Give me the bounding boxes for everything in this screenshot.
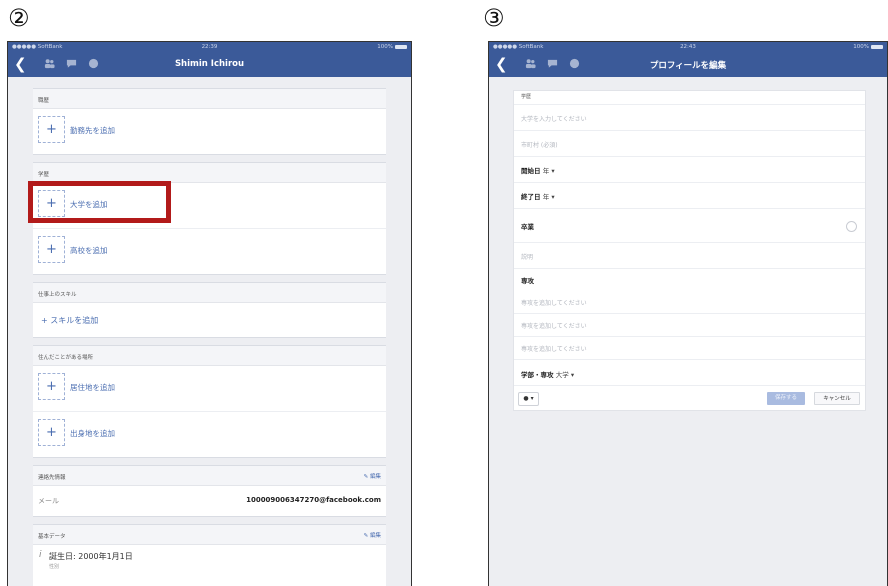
major-input-1[interactable]: 専攻を追加してください — [514, 291, 865, 314]
end-year-value: 年 ▾ — [542, 193, 555, 201]
birthday-value: 誕生日: 2000年1月1日 — [49, 552, 133, 561]
major-placeholder-2: 専攻を追加してください — [521, 323, 587, 330]
city-placeholder: 市町村 (必須) — [521, 142, 558, 149]
clock: 22:43 — [680, 44, 696, 50]
end-date-select[interactable]: 終了日 年 ▾ — [514, 183, 865, 209]
places-section: 住んだことがある場所 + 居住地を追加 + 出身地を追加 — [33, 345, 386, 458]
privacy-selector[interactable]: ● ▾ — [518, 392, 539, 406]
step-number-3: ③ — [483, 4, 505, 32]
work-header: 職歴 — [38, 98, 50, 104]
save-button[interactable]: 保存する — [767, 392, 805, 405]
graduated-label: 卒業 — [521, 223, 534, 231]
basic-info-header: 基本データ — [38, 534, 66, 540]
education-header: 学歴 — [38, 172, 50, 178]
degree-select[interactable]: 学部・専攻 大学 ▾ — [514, 360, 865, 386]
university-input[interactable]: 大学を入力してください — [514, 105, 865, 131]
edit-label: 編集 — [369, 474, 381, 480]
battery-indicator: 100% — [377, 44, 407, 50]
major-placeholder-3: 専攻を追加してください — [521, 346, 587, 353]
birthday-row: i 誕生日: 2000年1月1日 性別 — [33, 545, 386, 575]
contact-section: 連絡先情報 ✎ 編集 メール 100009006347270@facebook.… — [33, 465, 386, 517]
battery-indicator: 100% — [853, 44, 883, 50]
add-skill-label: + スキルを追加 — [41, 316, 99, 325]
description-placeholder: 説明 — [521, 254, 534, 261]
city-input[interactable]: 市町村 (必須) — [514, 131, 865, 157]
degree-value: 大学 ▾ — [555, 371, 575, 379]
add-skill-row[interactable]: + スキルを追加 — [33, 303, 386, 337]
add-workplace-label: 勤務先を追加 — [70, 126, 115, 135]
graduated-row: 卒業 — [514, 209, 865, 243]
start-date-label: 開始日 — [521, 167, 541, 175]
start-year-value: 年 ▾ — [542, 167, 555, 175]
info-icon: i — [39, 550, 42, 560]
contact-header: 連絡先情報 — [38, 475, 66, 481]
highlight-box — [28, 181, 171, 223]
major-input-3[interactable]: 専攻を追加してください — [514, 337, 865, 360]
skills-header: 仕事上のスキル — [38, 292, 77, 298]
email-row: メール 100009006347270@facebook.com — [33, 486, 386, 516]
add-highschool-label: 高校を追加 — [70, 246, 108, 255]
plus-icon: + — [38, 236, 65, 263]
cancel-button[interactable]: キャンセル — [814, 392, 860, 405]
battery-percent: 100% — [377, 44, 393, 50]
skills-section: 仕事上のスキル + スキルを追加 — [33, 282, 386, 338]
edit-profile-title: プロフィールを編集 — [649, 61, 727, 71]
plus-icon: + — [38, 419, 65, 446]
screenshot-about-page: ●●●●● SoftBank 22:39 100% ❮ Shimin Ichir… — [7, 41, 412, 586]
end-date-label: 終了日 — [521, 193, 541, 201]
add-hometown-label: 出身地を追加 — [70, 429, 115, 438]
university-placeholder: 大学を入力してください — [521, 116, 587, 123]
start-date-select[interactable]: 開始日 年 ▾ — [514, 157, 865, 183]
status-bar: ●●●●● SoftBank 22:43 100% — [489, 42, 887, 53]
major-placeholder-1: 専攻を追加してください — [521, 300, 587, 307]
plus-icon: + — [38, 116, 65, 143]
graduated-toggle[interactable] — [846, 221, 857, 232]
education-form-header: 学歴 — [514, 91, 865, 105]
major-label: 専攻 — [521, 277, 534, 285]
add-hometown-row[interactable]: + 出身地を追加 — [33, 412, 386, 457]
clock: 22:39 — [201, 44, 218, 50]
step-number-2: ② — [8, 4, 30, 32]
add-current-city-label: 居住地を追加 — [70, 383, 115, 392]
add-current-city-row[interactable]: + 居住地を追加 — [33, 366, 386, 412]
add-workplace-row[interactable]: + 勤務先を追加 — [33, 109, 386, 154]
work-section: 職歴 + 勤務先を追加 — [33, 88, 386, 155]
profile-name-title: Shimin Ichirou — [174, 59, 245, 69]
form-actions: ● ▾ 保存する キャンセル — [514, 386, 865, 410]
navigation-bar: ❮ Shimin Ichirou — [8, 53, 411, 77]
basic-edit-link[interactable]: ✎ 編集 — [364, 531, 381, 539]
contact-edit-link[interactable]: ✎ 編集 — [364, 472, 381, 480]
major-input-2[interactable]: 専攻を追加してください — [514, 314, 865, 337]
battery-icon — [871, 45, 883, 49]
gender-label: 性別 — [49, 564, 60, 570]
navigation-bar: ❮ プロフィールを編集 — [489, 53, 887, 77]
battery-percent: 100% — [853, 44, 869, 50]
screenshot-edit-profile: ●●●●● SoftBank 22:43 100% ❮ プロフィールを編集 学歴… — [488, 41, 888, 586]
edit-label: 編集 — [369, 533, 381, 539]
add-highschool-row[interactable]: + 高校を追加 — [33, 229, 386, 274]
description-input[interactable]: 説明 — [514, 243, 865, 269]
education-edit-form: 学歴 大学を入力してください 市町村 (必須) 開始日 年 ▾ 終了日 年 ▾ … — [513, 90, 866, 411]
places-header: 住んだことがある場所 — [38, 355, 94, 361]
profile-about-content: 職歴 + 勤務先を追加 学歴 + 大学を追加 + 高校を追加 仕事上のスキル +… — [8, 77, 411, 586]
major-header-row: 専攻 — [514, 269, 865, 291]
email-value: 100009006347270@facebook.com — [246, 496, 381, 504]
battery-icon — [395, 45, 407, 49]
plus-icon: + — [38, 373, 65, 400]
status-bar: ●●●●● SoftBank 22:39 100% — [8, 42, 411, 53]
degree-label: 学部・専攻 — [521, 371, 554, 379]
basic-info-section: 基本データ ✎ 編集 i 誕生日: 2000年1月1日 性別 — [33, 524, 386, 586]
email-label: メール — [38, 497, 59, 505]
